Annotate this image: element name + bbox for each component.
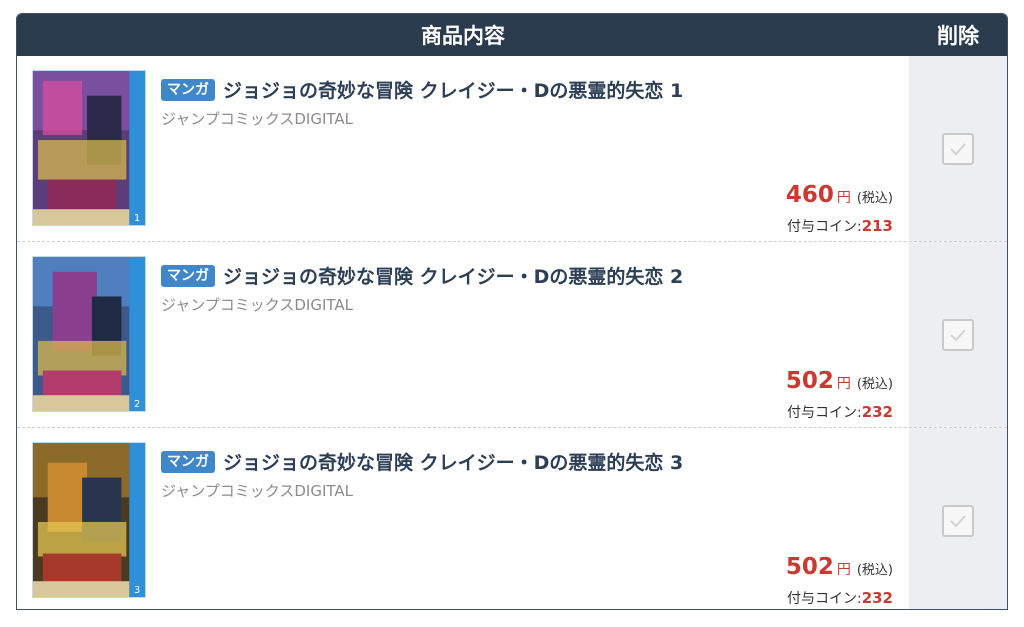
- cart-item-row: 2 マンガ ジョジョの奇妙な冒険 クレイジー・Dの悪霊的失恋 2 ジャンプコミッ…: [17, 242, 1007, 428]
- item-publisher: ジャンプコミックスDIGITAL: [161, 296, 353, 314]
- book-cover-image[interactable]: 3: [32, 442, 146, 598]
- item-details: 1 マンガ ジョジョの奇妙な冒険 クレイジー・Dの悪霊的失恋 1 ジャンプコミッ…: [17, 56, 909, 241]
- tax-included-label: (税込): [856, 191, 893, 206]
- item-details: 2 マンガ ジョジョの奇妙な冒険 クレイジー・Dの悪霊的失恋 2 ジャンプコミッ…: [17, 242, 909, 427]
- book-cover-image[interactable]: 1: [32, 70, 146, 226]
- item-title[interactable]: ジョジョの奇妙な冒険 クレイジー・Dの悪霊的失恋 2: [223, 262, 683, 289]
- item-price: 502: [785, 368, 834, 394]
- item-publisher: ジャンプコミックスDIGITAL: [161, 110, 353, 128]
- header-content-label: 商品内容: [421, 24, 505, 48]
- header-delete-label: 削除: [937, 24, 979, 48]
- item-publisher: ジャンプコミックスDIGITAL: [161, 482, 353, 500]
- cart-item-row: 3 マンガ ジョジョの奇妙な冒険 クレイジー・Dの悪霊的失恋 3 ジャンプコミッ…: [17, 428, 1007, 609]
- delete-checkbox[interactable]: [942, 132, 974, 165]
- delete-cell: [909, 428, 1007, 609]
- tax-included-label: (税込): [856, 563, 893, 578]
- coin-value: 232: [861, 589, 893, 607]
- check-icon: [950, 142, 966, 155]
- cover-volume-number: 1: [134, 213, 140, 224]
- coin-value: 213: [861, 217, 893, 235]
- coin-line: 付与コイン:213: [787, 216, 893, 236]
- price-line: 460 円 (税込): [786, 182, 893, 208]
- tax-included-label: (税込): [856, 377, 893, 392]
- cover-volume-number: 2: [134, 399, 140, 410]
- check-icon: [950, 514, 966, 527]
- item-title[interactable]: ジョジョの奇妙な冒険 クレイジー・Dの悪霊的失恋 1: [223, 76, 683, 103]
- manga-badge: マンガ: [161, 450, 215, 473]
- coin-label: 付与コイン:: [786, 405, 862, 421]
- cart-item-row: 1 マンガ ジョジョの奇妙な冒険 クレイジー・Dの悪霊的失恋 1 ジャンプコミッ…: [17, 56, 1007, 242]
- item-title-line: マンガ ジョジョの奇妙な冒険 クレイジー・Dの悪霊的失恋 2: [161, 262, 683, 289]
- item-title-line: マンガ ジョジョの奇妙な冒険 クレイジー・Dの悪霊的失恋 3: [161, 448, 683, 475]
- item-title-line: マンガ ジョジョの奇妙な冒険 クレイジー・Dの悪霊的失恋 1: [161, 76, 683, 103]
- manga-badge: マンガ: [161, 264, 215, 287]
- cart-table: 商品内容 削除 1 マンガ ジョジョの奇妙な冒険 クレイジー・Dの悪霊的失恋 1…: [16, 13, 1008, 610]
- yen-unit: 円: [836, 376, 851, 392]
- item-details: 3 マンガ ジョジョの奇妙な冒険 クレイジー・Dの悪霊的失恋 3 ジャンプコミッ…: [17, 428, 909, 609]
- coin-line: 付与コイン:232: [787, 402, 893, 422]
- book-cover-image[interactable]: 2: [32, 256, 146, 412]
- yen-unit: 円: [836, 562, 851, 578]
- coin-label: 付与コイン:: [786, 591, 862, 607]
- yen-unit: 円: [836, 190, 851, 206]
- cover-volume-number: 3: [134, 585, 140, 596]
- item-price: 502: [785, 554, 834, 580]
- delete-cell: [909, 242, 1007, 427]
- manga-badge: マンガ: [161, 78, 215, 101]
- item-price: 460: [785, 182, 834, 208]
- delete-cell: [909, 56, 1007, 241]
- item-title[interactable]: ジョジョの奇妙な冒険 クレイジー・Dの悪霊的失恋 3: [223, 448, 683, 475]
- table-header: 商品内容 削除: [17, 14, 1007, 56]
- coin-value: 232: [861, 403, 893, 421]
- price-line: 502 円 (税込): [786, 368, 893, 394]
- delete-checkbox[interactable]: [942, 318, 974, 351]
- coin-line: 付与コイン:232: [787, 588, 893, 608]
- delete-checkbox[interactable]: [942, 504, 974, 537]
- coin-label: 付与コイン:: [786, 219, 862, 235]
- price-line: 502 円 (税込): [786, 554, 893, 580]
- check-icon: [950, 328, 966, 341]
